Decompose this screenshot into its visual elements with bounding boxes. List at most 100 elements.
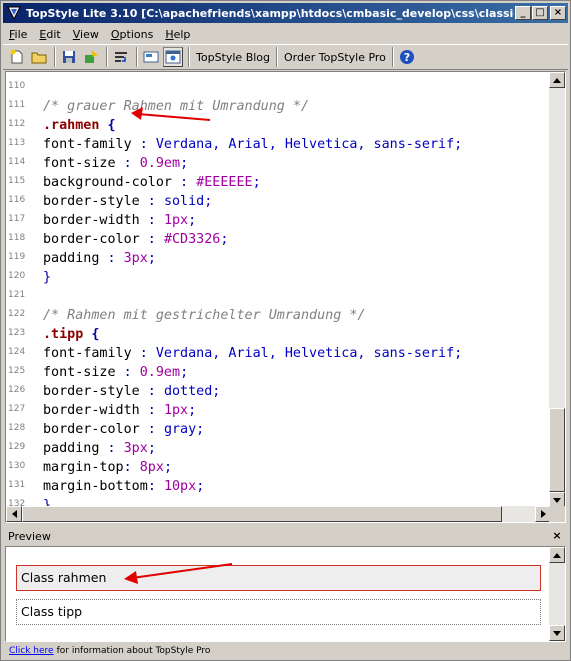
code-line[interactable]: 110	[6, 78, 551, 97]
code-line[interactable]: 117 border-width : 1px;	[6, 211, 551, 230]
code-line[interactable]: 118 border-color : #CD3326;	[6, 230, 551, 249]
help-icon[interactable]: ?	[397, 47, 417, 67]
line-code: padding : 3px;	[43, 251, 156, 266]
line-code: border-color : #CD3326;	[43, 232, 229, 247]
scroll-up-button[interactable]	[549, 72, 565, 88]
preview-class-tipp: Class tipp	[16, 599, 541, 625]
app-window: TopStyle Lite 3.10 [C:\apachefriends\xam…	[0, 0, 571, 661]
code-line[interactable]: 127 border-width : 1px;	[6, 401, 551, 420]
code-line[interactable]: 113 font-family : Verdana, Arial, Helveti…	[6, 135, 551, 154]
toolbar-separator	[391, 47, 394, 67]
wrap-icon[interactable]	[111, 47, 131, 67]
menu-help[interactable]: Help	[159, 28, 196, 41]
info-link[interactable]: Click here	[9, 646, 54, 656]
code-line[interactable]: 128 border-color : gray;	[6, 420, 551, 439]
line-number: 125	[8, 366, 26, 376]
line-number: 117	[8, 214, 26, 224]
preview-toggle-icon[interactable]	[163, 47, 183, 67]
scroll-up-arrow-icon	[553, 77, 561, 83]
code-line[interactable]: 131 margin-bottom: 10px;	[6, 477, 551, 496]
code-line[interactable]: 126 border-style : dotted;	[6, 382, 551, 401]
toolbar-separator	[136, 47, 138, 67]
scroll-down-arrow-icon	[553, 630, 561, 636]
code-line[interactable]: 111 /* grauer Rahmen mit Umrandung */	[6, 97, 551, 116]
open-folder-icon[interactable]	[29, 47, 49, 67]
preview-class-rahmen: Class rahmen	[16, 565, 541, 591]
minimize-button[interactable]: _	[515, 6, 531, 20]
scroll-up-arrow-icon	[553, 552, 561, 558]
line-code: background-color : #EEEEEE;	[43, 175, 261, 190]
line-number: 114	[8, 157, 26, 167]
preview-scroll-up-button[interactable]	[549, 547, 565, 563]
line-code: border-style : dotted;	[43, 384, 221, 399]
line-code: }	[43, 270, 52, 285]
new-file-icon[interactable]	[7, 47, 27, 67]
code-line[interactable]: 121	[6, 287, 551, 306]
order-topstyle-pro-button[interactable]: Order TopStyle Pro	[281, 51, 389, 64]
line-number: 122	[8, 309, 26, 319]
line-code: .rahmen {	[43, 118, 116, 133]
code-line[interactable]: 125 font-size : 0.9em;	[6, 363, 551, 382]
code-line[interactable]: 123 .tipp {	[6, 325, 551, 344]
code-line[interactable]: 122 /* Rahmen mit gestrichelter Umrandung…	[6, 306, 551, 325]
menu-file[interactable]: File	[3, 28, 33, 41]
code-line[interactable]: 130 margin-top: 8px;	[6, 458, 551, 477]
line-number: 115	[8, 176, 26, 186]
line-number: 121	[8, 290, 26, 300]
line-number: 123	[8, 328, 26, 338]
menu-bar: File Edit View Options Help	[3, 25, 568, 43]
preview-scroll-down-button[interactable]	[549, 625, 565, 641]
vertical-scrollbar[interactable]	[549, 72, 565, 508]
toolbar: TopStyle Blog Order TopStyle Pro ?	[3, 44, 568, 70]
save-icon[interactable]	[59, 47, 79, 67]
preview-pane[interactable]: Class rahmen Class tipp	[5, 546, 566, 642]
code-line[interactable]: 114 font-size : 0.9em;	[6, 154, 551, 173]
line-code: margin-bottom: 10px;	[43, 479, 205, 494]
line-number: 130	[8, 461, 26, 471]
toolbar-separator	[188, 47, 190, 67]
code-line[interactable]: 112 .rahmen {	[6, 116, 551, 135]
line-code: /* grauer Rahmen mit Umrandung */	[43, 99, 310, 114]
menu-options[interactable]: Options	[105, 28, 159, 41]
preview-close-icon[interactable]: ×	[550, 530, 564, 543]
code-line[interactable]: 124 font-family : Verdana, Arial, Helveti…	[6, 344, 551, 363]
scroll-left-button[interactable]	[6, 506, 22, 522]
line-code: padding : 3px;	[43, 441, 156, 456]
title-bar[interactable]: TopStyle Lite 3.10 [C:\apachefriends\xam…	[3, 3, 568, 23]
preview-vertical-scrollbar[interactable]	[549, 547, 565, 641]
line-code: border-width : 1px;	[43, 403, 197, 418]
line-code: font-size : 0.9em;	[43, 156, 189, 171]
horizontal-scrollbar[interactable]	[6, 506, 551, 522]
line-code: font-size : 0.9em;	[43, 365, 189, 380]
style-inspector-icon[interactable]	[141, 47, 161, 67]
code-line[interactable]: 119 padding : 3px;	[6, 249, 551, 268]
maximize-button[interactable]: □	[532, 6, 548, 20]
line-code: border-style : solid;	[43, 194, 213, 209]
save-all-icon[interactable]	[81, 47, 101, 67]
menu-edit[interactable]: Edit	[33, 28, 66, 41]
scroll-right-arrow-icon	[540, 510, 546, 518]
svg-text:?: ?	[404, 51, 410, 64]
toolbar-separator	[54, 47, 56, 67]
code-line[interactable]: 120}	[6, 268, 551, 287]
menu-view[interactable]: View	[67, 28, 105, 41]
close-button[interactable]: ×	[550, 6, 566, 20]
scroll-left-arrow-icon	[11, 510, 17, 518]
code-line[interactable]: 129 padding : 3px;	[6, 439, 551, 458]
line-code: font-family : Verdana, Arial, Helvetica,…	[43, 137, 463, 152]
status-text: for information about TopStyle Pro	[56, 646, 211, 656]
line-number: 127	[8, 404, 26, 414]
vertical-scroll-thumb[interactable]	[549, 408, 565, 492]
topstyle-blog-button[interactable]: TopStyle Blog	[193, 51, 273, 64]
line-code: border-color : gray;	[43, 422, 205, 437]
topstyle-app-icon[interactable]	[6, 5, 22, 21]
line-code: font-family : Verdana, Arial, Helvetica,…	[43, 346, 463, 361]
line-number: 111	[8, 100, 26, 110]
code-line[interactable]: 116 border-style : solid;	[6, 192, 551, 211]
code-line[interactable]: 115 background-color : #EEEEEE;	[6, 173, 551, 192]
toolbar-separator	[276, 47, 279, 67]
line-number: 112	[8, 119, 26, 129]
code-lines[interactable]: 110 111/* grauer Rahmen mit Umrandung */1…	[6, 72, 551, 508]
code-editor[interactable]: 110 111/* grauer Rahmen mit Umrandung */1…	[5, 71, 566, 523]
horizontal-scroll-thumb[interactable]	[22, 506, 502, 522]
